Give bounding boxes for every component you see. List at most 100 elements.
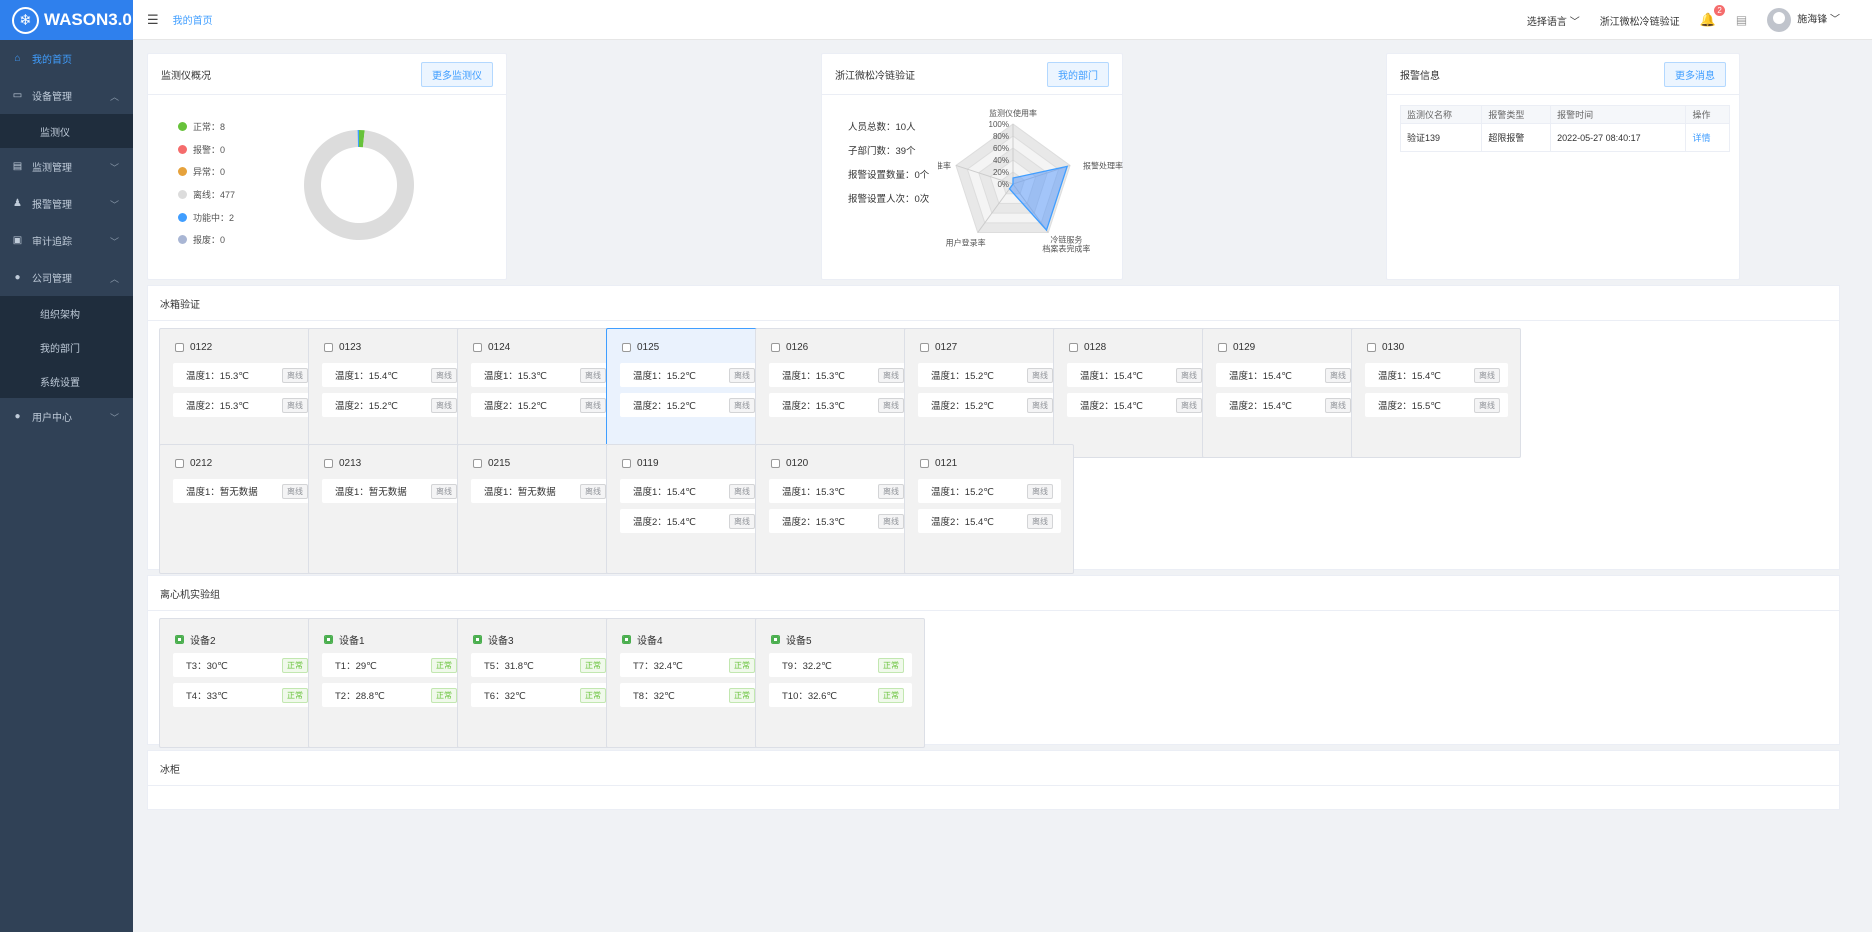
device-card[interactable]: 0212 温度1：暂无数据 离线 <box>159 444 329 574</box>
alarm-time: 2022-05-27 08:40:17 <box>1550 123 1687 152</box>
device-icon <box>920 459 929 468</box>
device-card[interactable]: 0127 温度1：15.2℃ 离线 温度2：15.2℃ 离线 <box>904 328 1074 458</box>
reading-value: 温度1：暂无数据 <box>186 487 258 498</box>
menu-toggle-icon[interactable]: ☰ <box>147 12 159 28</box>
language-selector[interactable]: 选择语言 ﹀ <box>1527 13 1580 28</box>
bell-icon[interactable]: 🔔 2 <box>1700 5 1725 28</box>
sidebar-item-monitoring[interactable]: ▤ 监测管理 ﹀ <box>0 148 133 185</box>
device-name: 0124 <box>488 342 511 353</box>
sidebar-item-device-management[interactable]: ▭ 设备管理 ︿ <box>0 77 133 114</box>
reading-row: 温度1：暂无数据 离线 <box>322 479 465 503</box>
status-badge: 离线 <box>878 513 904 529</box>
more-monitors-button[interactable]: 更多监测仪 <box>421 61 493 87</box>
radar-axis-label: 用户登录率 <box>946 238 986 248</box>
reading-row: 温度1：15.4℃ 离线 <box>620 479 763 503</box>
device-icon <box>622 343 631 352</box>
sidebar-item-audit[interactable]: ▣ 审计追踪 ﹀ <box>0 222 133 259</box>
reading-value: T9：32.2℃ <box>782 661 832 672</box>
more-messages-button[interactable]: 更多消息 <box>1664 61 1726 87</box>
device-card[interactable]: 设备3 T5：31.8℃ 正常 T6：32℃ 正常 <box>457 618 627 748</box>
device-card[interactable]: 0120 温度1：15.3℃ 离线 温度2：15.3℃ 离线 <box>755 444 925 574</box>
device-card[interactable]: 0121 温度1：15.2℃ 离线 温度2：15.4℃ 离线 <box>904 444 1074 574</box>
sidebar-item-company[interactable]: ● 公司管理 ︿ <box>0 259 133 296</box>
device-header: 0125 <box>622 342 659 353</box>
device-card[interactable]: 0129 温度1：15.4℃ 离线 温度2：15.4℃ 离线 <box>1202 328 1372 458</box>
device-header: 0119 <box>622 458 659 469</box>
device-icon <box>175 635 184 644</box>
radar-axis-label: 监测仪使用率 <box>989 108 1037 118</box>
sidebar-item-user-center[interactable]: ● 用户中心 ﹀ <box>0 398 133 435</box>
device-icon <box>622 635 631 644</box>
device-name: 0126 <box>786 342 809 353</box>
device-card[interactable]: 设备1 T1：29℃ 正常 T2：28.8℃ 正常 <box>308 618 478 748</box>
radar-tick-label: 100% <box>989 120 1009 129</box>
main-content: 监测仪概况 更多监测仪 正常：8 报警：0 异常：0 离线：477 功能中：2 报废：0 … <box>133 40 1872 932</box>
device-header: 0130 <box>1367 342 1404 353</box>
reading-row: 温度2：15.2℃ 离线 <box>620 393 763 417</box>
status-badge: 正常 <box>431 657 457 673</box>
breadcrumb[interactable]: 我的首页 <box>173 12 213 27</box>
device-header: 0120 <box>771 458 808 469</box>
device-card[interactable]: 0130 温度1：15.4℃ 离线 温度2：15.5℃ 离线 <box>1351 328 1521 458</box>
device-icon <box>175 459 184 468</box>
reading-value: 温度2：15.3℃ <box>186 401 249 412</box>
reading-row: T4：33℃ 正常 <box>173 683 316 707</box>
reading-value: 温度2：15.4℃ <box>633 517 696 528</box>
status-legend: 正常：8 报警：0 异常：0 离线：477 功能中：2 报废：0 <box>178 115 235 251</box>
device-card[interactable]: 0124 温度1：15.3℃ 离线 温度2：15.2℃ 离线 <box>457 328 627 458</box>
status-badge: 正常 <box>729 657 755 673</box>
status-badge: 离线 <box>1325 367 1351 383</box>
sidebar-subitem-org[interactable]: 组织架构 <box>0 296 133 330</box>
radar-tick-label: 0% <box>997 180 1009 189</box>
sidebar-subitem-settings[interactable]: 系统设置 <box>0 364 133 398</box>
sidebar: ❄ WASON3.0 ⌂ 我的首页 ▭ 设备管理 ︿ 监测仪 ▤ 监测管理 ﹀ … <box>0 0 133 932</box>
sidebar-item-label: 监测管理 <box>32 163 72 174</box>
reading-row: T3：30℃ 正常 <box>173 653 316 677</box>
status-badge: 正常 <box>580 657 606 673</box>
status-badge: 离线 <box>729 367 755 383</box>
device-card[interactable]: 0126 温度1：15.3℃ 离线 温度2：15.3℃ 离线 <box>755 328 925 458</box>
device-card[interactable]: 设备5 T9：32.2℃ 正常 T10：32.6℃ 正常 <box>755 618 925 748</box>
device-card[interactable]: 0122 温度1：15.3℃ 离线 温度2：15.3℃ 离线 <box>159 328 329 458</box>
reading-row: 温度1：暂无数据 离线 <box>471 479 614 503</box>
column-header: 报警类型 <box>1481 105 1552 124</box>
device-card[interactable]: 0125 温度1：15.2℃ 离线 温度2：15.2℃ 离线 <box>606 328 776 458</box>
device-card[interactable]: 设备4 T7：32.4℃ 正常 T8：32℃ 正常 <box>606 618 776 748</box>
stat-people: 人员总数：10人 <box>848 122 916 133</box>
sidebar-item-label: 审计追踪 <box>32 237 72 248</box>
device-name: 0119 <box>637 458 659 469</box>
device-header: 0124 <box>473 342 510 353</box>
device-card[interactable]: 0128 温度1：15.4℃ 离线 温度2：15.4℃ 离线 <box>1053 328 1223 458</box>
device-header: 设备1 <box>324 632 365 647</box>
device-name: 设备2 <box>190 636 216 647</box>
device-name: 0129 <box>1233 342 1256 353</box>
device-header: 0128 <box>1069 342 1106 353</box>
device-card[interactable]: 0123 温度1：15.4℃ 离线 温度2：15.2℃ 离线 <box>308 328 478 458</box>
chevron-down-icon: ﹀ <box>1569 16 1580 28</box>
chevron-down-icon: ﹀ <box>109 413 119 423</box>
legend-label: 报警：0 <box>193 144 226 155</box>
reading-row: 温度2：15.3℃ 离线 <box>173 393 316 417</box>
device-card[interactable]: 0119 温度1：15.4℃ 离线 温度2：15.4℃ 离线 <box>606 444 776 574</box>
device-card[interactable]: 设备2 T3：30℃ 正常 T4：33℃ 正常 <box>159 618 329 748</box>
legend-dot-icon <box>178 144 187 154</box>
reading-value: 温度2：15.2℃ <box>931 401 994 412</box>
sidebar-subitem-dept[interactable]: 我的部门 <box>0 330 133 364</box>
status-badge: 正常 <box>282 657 308 673</box>
device-card[interactable]: 0215 温度1：暂无数据 离线 <box>457 444 627 574</box>
chevron-up-icon: ︿ <box>109 274 119 284</box>
device-card[interactable]: 0213 温度1：暂无数据 离线 <box>308 444 478 574</box>
sidebar-item-alarm[interactable]: ♟ 报警管理 ﹀ <box>0 185 133 222</box>
sidebar-item-home[interactable]: ⌂ 我的首页 <box>0 40 133 77</box>
logo[interactable]: ❄ WASON3.0 <box>0 0 133 40</box>
message-icon[interactable]: ▤ <box>1736 13 1747 27</box>
sidebar-subitem-monitor[interactable]: 监测仪 <box>0 114 133 148</box>
reading-value: T7：32.4℃ <box>633 661 683 672</box>
status-donut <box>304 130 414 240</box>
my-department-button[interactable]: 我的部门 <box>1047 61 1109 87</box>
device-group: 冰箱验证 0122 温度1：15.3℃ 离线 温度2：15.3℃ 离线 0123 温度1：15… <box>147 285 1840 574</box>
reading-row: 温度1：15.3℃ 离线 <box>471 363 614 387</box>
user-menu[interactable]: 施海锋 ﹀ <box>1767 8 1840 32</box>
company-name[interactable]: 浙江微松冷链验证 <box>1600 13 1680 28</box>
detail-link[interactable]: 详情 <box>1692 133 1710 143</box>
